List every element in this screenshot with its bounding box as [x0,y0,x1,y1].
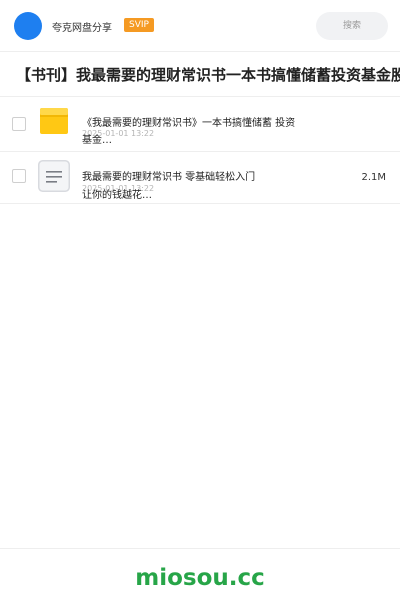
page-title: 【书刊】我最需要的理财常识书一本书搞懂储蓄投资基金股 [16,66,400,84]
file-name-continued[interactable]: 让你的钱越花… [82,186,152,201]
share-title-bar: 【书刊】我最需要的理财常识书一本书搞懂储蓄投资基金股 [0,53,400,97]
file-name[interactable]: 《我最需要的理财常识书》一本书搞懂储蓄 投资 [82,114,295,129]
site-watermark[interactable]: miosou.cc [0,565,400,591]
avatar[interactable] [14,12,42,40]
document-icon [38,160,70,192]
search-input[interactable]: 搜索 [316,12,388,40]
select-checkbox[interactable] [12,117,26,131]
header: 夸克网盘分享 SVIP 搜索 [0,0,400,52]
select-checkbox[interactable] [12,169,26,183]
brand-name[interactable]: 夸克网盘分享 [52,19,112,34]
file-row-document[interactable]: 2025-01-01 13:22 我最需要的理财常识书 零基础轻松入门 让你的钱… [0,150,400,204]
svip-badge: SVIP [124,18,154,32]
file-name-continued[interactable]: 基金… [82,131,112,146]
file-name[interactable]: 我最需要的理财常识书 零基础轻松入门 [82,168,255,183]
folder-icon [40,108,68,134]
footer: miosou.cc [0,548,400,600]
file-size: 2.1M [361,172,386,183]
file-row-folder[interactable]: 2025-01-01 13:22 《我最需要的理财常识书》一本书搞懂储蓄 投资 … [0,98,400,152]
